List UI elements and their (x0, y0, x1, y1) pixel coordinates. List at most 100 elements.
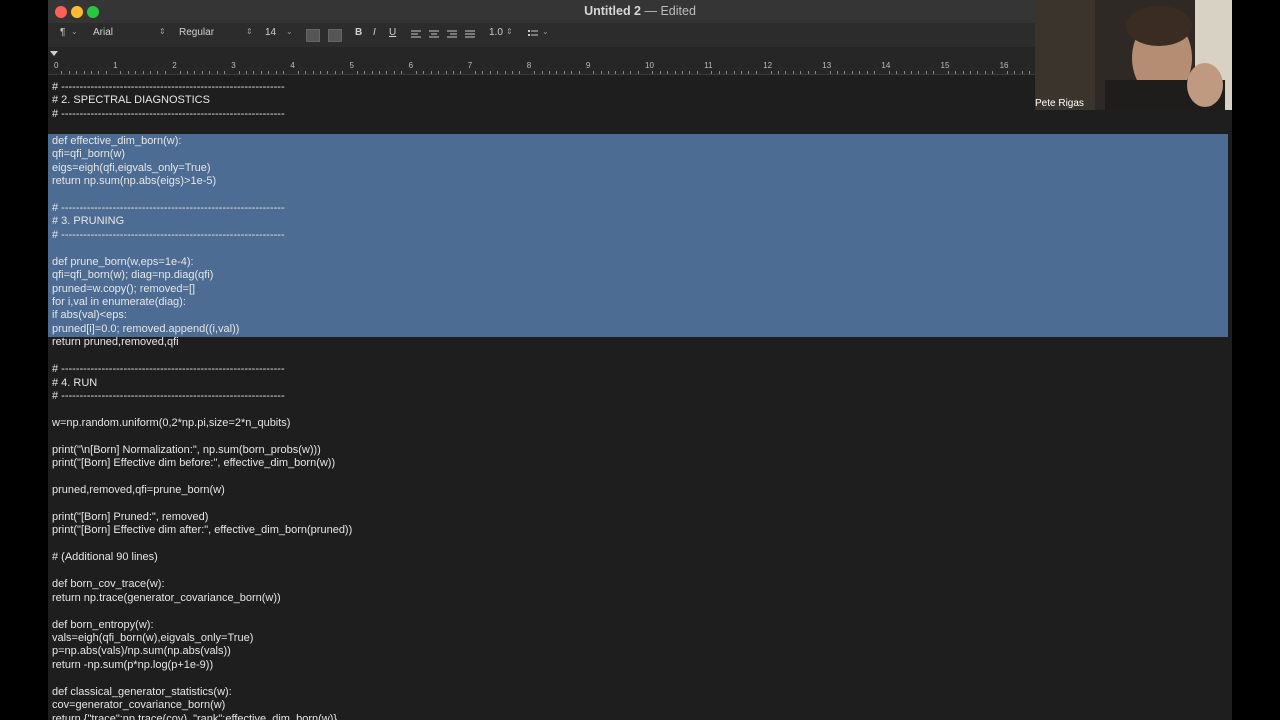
ruler-minor-tick (120, 71, 122, 74)
code-line[interactable]: # --------------------------------------… (52, 390, 352, 403)
font-family-select[interactable]: Arial (93, 27, 113, 38)
code-line[interactable]: for i,val in enumerate(diag): (52, 296, 352, 309)
ruler-minor-tick (659, 71, 661, 74)
font-style-select[interactable]: Regular (179, 27, 214, 38)
code-line[interactable]: def classical_generator_statistics(w): (52, 686, 352, 699)
chevron-down-icon: ⌄ (542, 27, 549, 36)
code-line[interactable]: # --------------------------------------… (52, 202, 352, 215)
code-line[interactable]: # --------------------------------------… (52, 229, 352, 242)
line-spacing-select[interactable]: 1.0 (489, 27, 503, 38)
code-line[interactable]: qfi=qfi_born(w) (52, 148, 352, 161)
ruler-minor-tick (283, 71, 284, 74)
code-line[interactable]: # 2. SPECTRAL DIAGNOSTICS (52, 94, 352, 107)
code-line[interactable] (52, 498, 352, 511)
ruler-minor-tick (179, 71, 181, 74)
highlight-color-swatch[interactable] (328, 29, 342, 42)
code-line[interactable] (52, 189, 352, 202)
webcam-video (1035, 0, 1232, 110)
code-line[interactable] (52, 565, 352, 578)
code-line[interactable]: def effective_dim_born(w): (52, 135, 352, 148)
ruler-minor-tick (415, 71, 417, 74)
bold-button[interactable]: B (355, 27, 362, 38)
code-line[interactable] (52, 672, 352, 685)
ruler-minor-tick (334, 71, 336, 74)
code-line[interactable]: eigs=eigh(qfi,eigvals_only=True) (52, 162, 352, 175)
code-line[interactable]: cov=generator_covariance_born(w) (52, 699, 352, 712)
ruler-minor-tick (105, 71, 107, 74)
chevron-down-icon: ⌄ (71, 27, 78, 36)
ruler-tick-label: 14 (881, 61, 891, 70)
ruler-minor-tick (829, 71, 831, 74)
code-line[interactable] (52, 404, 352, 417)
code-line[interactable]: print("[Born] Effective dim before:", ef… (52, 457, 352, 470)
code-line[interactable]: return np.sum(np.abs(eigs)>1e-5) (52, 175, 352, 188)
font-size-field[interactable]: 14 (265, 27, 276, 38)
ruler-minor-tick (718, 71, 720, 74)
ruler-minor-tick (379, 71, 381, 74)
ruler-minor-tick (593, 71, 595, 74)
ruler-tick-label: 9 (585, 61, 591, 70)
code-line[interactable]: print("[Born] Pruned:", removed) (52, 511, 352, 524)
code-line[interactable]: vals=eigh(qfi_born(w),eigvals_only=True) (52, 632, 352, 645)
code-line[interactable]: # (Additional 90 lines) (52, 551, 352, 564)
code-line[interactable]: return pruned,removed,qfi (52, 336, 352, 349)
code-line[interactable]: # 3. PRUNING (52, 215, 352, 228)
alignment-buttons[interactable] (411, 30, 486, 40)
code-line[interactable]: return -np.sum(p*np.log(p+1e-9)) (52, 659, 352, 672)
list-bullets-icon[interactable] (528, 30, 538, 40)
ruler-minor-tick (1021, 71, 1023, 74)
ruler-minor-tick (984, 71, 986, 74)
code-line[interactable]: # --------------------------------------… (52, 363, 352, 376)
code-line[interactable] (52, 471, 352, 484)
code-line[interactable]: def prune_born(w,eps=1e-4): (52, 256, 352, 269)
ruler-minor-tick (201, 71, 203, 74)
code-line[interactable]: p=np.abs(vals)/np.sum(np.abs(vals)) (52, 645, 352, 658)
code-line[interactable] (52, 430, 352, 443)
ruler-minor-tick (962, 71, 964, 74)
code-line[interactable]: def born_entropy(w): (52, 619, 352, 632)
ruler-minor-tick (482, 71, 484, 74)
code-line[interactable]: w=np.random.uniform(0,2*np.pi,size=2*n_q… (52, 417, 352, 430)
ruler-minor-tick (925, 71, 927, 74)
code-line[interactable]: qfi=qfi_born(w); diag=np.diag(qfi) (52, 269, 352, 282)
ruler-tick-label: 12 (763, 61, 773, 70)
code-line[interactable]: # --------------------------------------… (52, 81, 352, 94)
code-line[interactable]: # --------------------------------------… (52, 108, 352, 121)
code-line[interactable] (52, 121, 352, 134)
code-line[interactable]: print("\n[Born] Normalization:", np.sum(… (52, 444, 352, 457)
ruler-minor-tick (674, 71, 676, 74)
italic-button[interactable]: I (373, 27, 376, 38)
ruler-minor-tick (770, 71, 772, 74)
code-line[interactable]: pruned,removed,qfi=prune_born(w) (52, 484, 352, 497)
ruler-tick-label: 5 (349, 61, 354, 70)
ruler-minor-tick (711, 71, 713, 74)
ruler-minor-tick (800, 71, 802, 74)
tab-stop-marker-icon[interactable] (50, 51, 58, 56)
ruler-minor-tick (1006, 71, 1008, 74)
text-color-swatch[interactable] (306, 29, 320, 42)
code-line[interactable] (52, 538, 352, 551)
ruler-minor-tick (785, 71, 787, 74)
code-line[interactable] (52, 350, 352, 363)
underline-button[interactable]: U (389, 27, 396, 38)
ruler-minor-tick (430, 71, 432, 74)
stepper-icon: ⇕ (246, 27, 253, 36)
ruler-minor-tick (851, 71, 853, 74)
ruler-minor-tick (696, 71, 698, 74)
code-line[interactable]: pruned=w.copy(); removed=[] (52, 283, 352, 296)
ruler-minor-tick (157, 71, 159, 74)
code-line[interactable]: return {"trace":np.trace(cov), "rank":ef… (52, 713, 352, 720)
code-line[interactable] (52, 605, 352, 618)
code-line[interactable]: # 4. RUN (52, 377, 352, 390)
code-line[interactable]: print("[Born] Effective dim after:", eff… (52, 524, 352, 537)
ruler-minor-tick (260, 71, 262, 74)
document-body[interactable]: # --------------------------------------… (52, 81, 352, 720)
participant-video-frame (1035, 0, 1232, 110)
code-line[interactable]: pruned[i]=0.0; removed.append((i,val)) (52, 323, 352, 336)
ruler-minor-tick (541, 71, 543, 74)
code-line[interactable]: if abs(val)<eps: (52, 309, 352, 322)
paragraph-style-icon[interactable]: ¶ (60, 27, 65, 38)
code-line[interactable]: return np.trace(generator_covariance_bor… (52, 592, 352, 605)
code-line[interactable] (52, 242, 352, 255)
code-line[interactable]: def born_cov_trace(w): (52, 578, 352, 591)
